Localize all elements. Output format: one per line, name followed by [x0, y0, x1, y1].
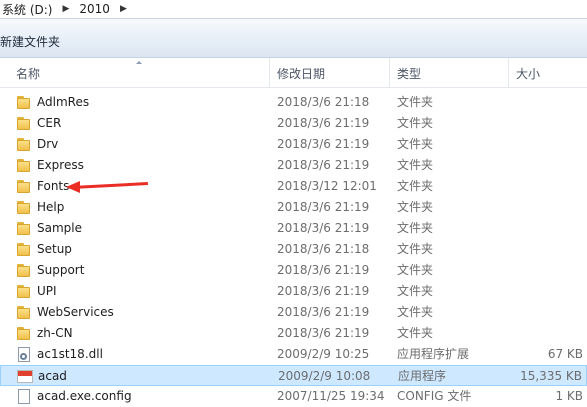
dll-file-icon: [16, 347, 32, 362]
folder-icon: [16, 305, 32, 320]
list-item[interactable]: zh-CN 2018/3/6 21:19 文件夹: [0, 323, 587, 344]
folder-icon: [16, 179, 32, 194]
file-type: 文件夹: [397, 284, 434, 298]
file-name: Fonts: [37, 179, 70, 193]
file-name: Setup: [37, 242, 72, 256]
file-name: Drv: [37, 137, 59, 151]
file-name: CER: [37, 116, 62, 130]
file-list: AdlmRes 2018/3/6 21:18 文件夹 CER 2018/3/6 …: [0, 92, 587, 407]
file-name: UPI: [37, 284, 57, 298]
file-type: 应用程序扩展: [397, 347, 470, 361]
file-type: 文件夹: [397, 263, 434, 277]
file-date: 2009/2/9 10:08: [278, 369, 371, 383]
file-name: WebServices: [37, 305, 114, 319]
file-name: Support: [37, 263, 85, 277]
file-name: Help: [37, 200, 65, 214]
list-item[interactable]: WebServices 2018/3/6 21:19 文件夹: [0, 302, 587, 323]
command-bar: 新建文件夹: [0, 19, 587, 58]
sort-ascending-icon: [136, 61, 142, 64]
column-divider[interactable]: [389, 58, 390, 87]
annotation-arrow-icon: [66, 181, 80, 193]
file-name: Sample: [37, 221, 82, 235]
file-type: 文件夹: [397, 242, 434, 256]
file-date: 2018/3/6 21:19: [277, 305, 370, 319]
folder-icon: [16, 137, 32, 152]
address-bar[interactable]: 系统 (D:) ▶ 2010 ▶: [0, 0, 587, 20]
list-item[interactable]: Express 2018/3/6 21:19 文件夹: [0, 155, 587, 176]
breadcrumb-drive[interactable]: 系统 (D:): [0, 1, 54, 18]
file-type: 文件夹: [397, 221, 434, 235]
file-date: 2018/3/6 21:19: [277, 221, 370, 235]
file-date: 2018/3/6 21:19: [277, 200, 370, 214]
file-date: 2018/3/6 21:18: [277, 95, 370, 109]
chevron-right-icon[interactable]: ▶: [112, 4, 135, 14]
folder-icon: [16, 221, 32, 236]
column-divider[interactable]: [508, 58, 509, 87]
file-date: 2009/2/9 10:25: [277, 347, 370, 361]
file-date: 2018/3/6 21:19: [277, 158, 370, 172]
file-date: 2018/3/6 21:19: [277, 326, 370, 340]
file-type: 文件夹: [397, 305, 434, 319]
list-item[interactable]: Setup 2018/3/6 21:18 文件夹: [0, 239, 587, 260]
file-type: 文件夹: [397, 179, 434, 193]
column-date[interactable]: 修改日期: [277, 58, 325, 87]
file-date: 2018/3/6 21:19: [277, 137, 370, 151]
file-type: 文件夹: [397, 137, 434, 151]
list-item-selected[interactable]: acad 2009/2/9 10:08 应用程序 15,335 KB: [0, 365, 587, 386]
file-type: 文件夹: [397, 116, 434, 130]
file-date: 2018/3/6 21:18: [277, 242, 370, 256]
file-type: 文件夹: [397, 95, 434, 109]
file-name: acad: [38, 369, 67, 383]
list-item[interactable]: Help 2018/3/6 21:19 文件夹: [0, 197, 587, 218]
file-date: 2018/3/6 21:19: [277, 284, 370, 298]
list-item[interactable]: Support 2018/3/6 21:19 文件夹: [0, 260, 587, 281]
file-date: 2018/3/6 21:19: [277, 263, 370, 277]
folder-icon: [16, 326, 32, 341]
file-type: 应用程序: [398, 369, 447, 383]
file-date: 2018/3/6 21:19: [277, 116, 370, 130]
file-size: 67 KB: [547, 347, 583, 361]
file-date: 2018/3/12 12:01: [277, 179, 377, 193]
column-type[interactable]: 类型: [397, 58, 421, 87]
list-item[interactable]: Sample 2018/3/6 21:19 文件夹: [0, 218, 587, 239]
chevron-right-icon[interactable]: ▶: [54, 4, 77, 14]
list-item[interactable]: ac1st18.dll 2009/2/9 10:25 应用程序扩展 67 KB: [0, 344, 587, 365]
folder-icon: [16, 200, 32, 215]
list-item[interactable]: AdlmRes 2018/3/6 21:18 文件夹: [0, 92, 587, 113]
column-name[interactable]: 名称: [16, 58, 40, 87]
column-divider[interactable]: [269, 58, 270, 87]
file-name: ac1st18.dll: [37, 347, 103, 361]
folder-icon: [16, 263, 32, 278]
file-name: zh-CN: [37, 326, 73, 340]
folder-icon: [16, 95, 32, 110]
list-item[interactable]: CER 2018/3/6 21:19 文件夹: [0, 113, 587, 134]
file-name: AdlmRes: [37, 95, 90, 109]
list-item[interactable]: UPI 2018/3/6 21:19 文件夹: [0, 281, 587, 302]
autocad-app-icon: [17, 369, 33, 384]
file-type: 文件夹: [397, 326, 434, 340]
folder-icon: [16, 284, 32, 299]
column-size[interactable]: 大小: [516, 58, 540, 87]
new-folder-button[interactable]: 新建文件夹: [0, 33, 60, 50]
folder-icon: [16, 242, 32, 257]
column-header: 名称 修改日期 类型 大小: [0, 58, 587, 88]
file-size: 15,335 KB: [520, 369, 582, 383]
config-file-icon: [16, 389, 32, 404]
folder-icon: [16, 158, 32, 173]
folder-icon: [16, 116, 32, 131]
file-type: 文件夹: [397, 158, 434, 172]
file-type: 文件夹: [397, 200, 434, 214]
list-item[interactable]: Drv 2018/3/6 21:19 文件夹: [0, 134, 587, 155]
breadcrumb-folder[interactable]: 2010: [77, 2, 112, 16]
file-name: Express: [37, 158, 84, 172]
